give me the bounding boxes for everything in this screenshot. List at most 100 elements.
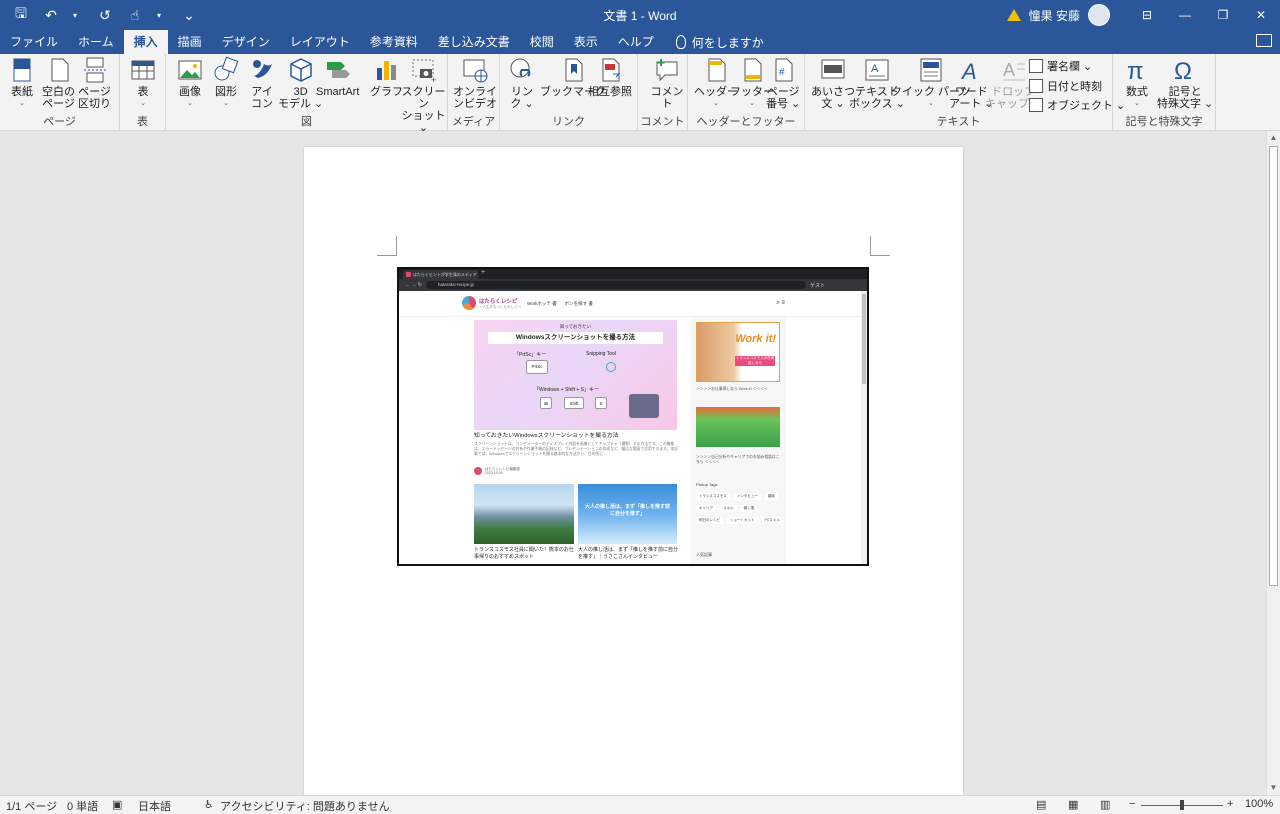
close-button[interactable]: ✕: [1242, 0, 1280, 30]
page-number-icon: #: [775, 58, 793, 82]
site-scrollbar: [861, 291, 867, 564]
scroll-down-icon[interactable]: ▼: [1267, 781, 1280, 795]
group-text: あいさつ 文 ⌄ A テキスト ボックス ⌄ クイック パーツ ⌄ A ワード …: [805, 54, 1125, 131]
picture-button[interactable]: 画像 ⌄: [176, 56, 204, 110]
wordart-icon: A: [960, 59, 977, 84]
tab-view[interactable]: 表示: [564, 30, 608, 54]
undo-icon[interactable]: ↶: [38, 4, 64, 26]
tab-references[interactable]: 参考資料: [360, 30, 428, 54]
inserted-screenshot-image[interactable]: はたらくヒントが学生発のメディア + ← → ↻ hataraku-recipe…: [397, 267, 869, 566]
tell-me-label: 何をしますか: [691, 35, 764, 50]
cross-reference-button[interactable]: 相互参照: [588, 56, 632, 98]
ribbon-tabs: ファイル ホーム 挿入 描画 デザイン レイアウト 参考資料 差し込み文書 校閲…: [0, 30, 1280, 54]
header-icon: [708, 58, 726, 82]
group-label-pages: ページ: [43, 116, 76, 128]
tab-layout[interactable]: レイアウト: [280, 30, 360, 54]
online-video-button[interactable]: オンライ ンビデオ: [453, 56, 497, 110]
browser-tab: はたらくヒントが学生発のメディア: [403, 270, 478, 279]
word-count[interactable]: 0 単語: [67, 798, 98, 814]
tab-help[interactable]: ヘルプ: [608, 30, 664, 54]
object-button[interactable]: オブジェクト ⌄: [1029, 97, 1125, 113]
tab-review[interactable]: 校閲: [520, 30, 564, 54]
redo-icon[interactable]: ↺: [92, 4, 118, 26]
shapes-button[interactable]: 図形 ⌄: [212, 56, 240, 110]
card-image-sky: 大人の推し活は、まず「推しを推す前に自分を推す」: [578, 484, 677, 544]
group-header-footer: ヘッダー ⌄ フッター ⌄ # ページ 番号 ⌄ ヘッダーとフッター: [688, 54, 805, 131]
article-title: 知っておきたいWindowsスクリーンショットを撮る方法: [474, 433, 619, 439]
page-break-button[interactable]: ページ 区切り: [78, 56, 111, 110]
cube-icon: [289, 58, 312, 82]
zoom-out-button[interactable]: −: [1129, 798, 1135, 810]
zoom-level[interactable]: 100%: [1245, 798, 1273, 810]
cover-page-button[interactable]: 表紙 ⌄: [8, 56, 36, 110]
signature-line-button[interactable]: 署名欄 ⌄: [1029, 58, 1092, 74]
minimize-button[interactable]: —: [1166, 0, 1204, 30]
ribbon-insert: 表紙 ⌄ 空白の ページ ページ 区切り ページ 表 ⌄ 表 画像 ⌄ 図形 ⌄…: [0, 54, 1280, 134]
group-table: 表 ⌄ 表: [120, 54, 166, 131]
ribbon-display-options-icon[interactable]: ⊟: [1128, 0, 1166, 30]
browser-nav-icons: ← → ↻: [405, 282, 422, 288]
language[interactable]: 日本語: [138, 798, 171, 814]
comments-pane-icon[interactable]: [1256, 34, 1272, 47]
user-area: 憧果 安藤: [1006, 4, 1110, 26]
career-banner: [696, 407, 780, 447]
accessibility-status[interactable]: アクセシビリティ: 問題ありません: [220, 798, 390, 814]
tab-draw[interactable]: 描画: [168, 30, 212, 54]
symbol-button[interactable]: Ω 記号と 特殊文字 ⌄: [1157, 56, 1213, 110]
accessibility-icon[interactable]: ♿: [204, 798, 214, 811]
cross-reference-icon: [602, 58, 621, 82]
table-button[interactable]: 表 ⌄: [129, 56, 157, 110]
site-header: はたらくレシピ 〜人生をもっとたのしく〜 Workホッテ 書 ボンを探す 書 ⌕…: [399, 291, 867, 317]
group-label-symbols: 記号と特殊文字: [1125, 116, 1203, 128]
new-tab-icon: +: [481, 269, 486, 276]
page-number-button[interactable]: # ページ 番号 ⌄: [766, 56, 800, 110]
link-icon: [510, 58, 531, 78]
user-name[interactable]: 憧果 安藤: [1029, 7, 1080, 24]
blank-page-button[interactable]: 空白の ページ: [42, 56, 75, 110]
touch-mode-icon[interactable]: ☝: [122, 4, 148, 26]
chart-button[interactable]: グラフ: [370, 56, 403, 98]
footer-icon: [744, 58, 762, 82]
equation-button[interactable]: π 数式 ⌄: [1123, 56, 1151, 110]
restore-button[interactable]: ❐: [1204, 0, 1242, 30]
scissors-icon: [606, 362, 616, 372]
page-count[interactable]: 1/1 ページ: [6, 798, 57, 814]
warning-icon[interactable]: [1006, 9, 1021, 21]
undo-dropdown-icon[interactable]: ▾: [62, 4, 88, 26]
zoom-slider-thumb[interactable]: [1180, 800, 1184, 810]
read-mode-icon[interactable]: ▤: [1036, 798, 1046, 811]
keyboard-illustration: [629, 394, 659, 418]
link-button[interactable]: リン ク ⌄: [508, 56, 536, 110]
greeting-icon: [821, 59, 845, 79]
tell-me-box[interactable]: 何をしますか: [664, 34, 764, 51]
group-label-text: テキスト: [936, 116, 981, 128]
proofing-icon[interactable]: ▣: [112, 798, 122, 811]
document-page[interactable]: はたらくヒントが学生発のメディア + ← → ↻ hataraku-recipe…: [304, 147, 963, 807]
chart-icon: [376, 61, 396, 80]
tab-design[interactable]: デザイン: [212, 30, 280, 54]
group-label-header-footer: ヘッダーとフッター: [696, 116, 796, 128]
tab-insert[interactable]: 挿入: [123, 30, 168, 54]
customize-qat-icon[interactable]: ⌄: [176, 4, 202, 26]
web-layout-icon[interactable]: ▥: [1100, 798, 1110, 811]
smartart-button[interactable]: SmartArt: [316, 56, 359, 98]
tab-home[interactable]: ホーム: [68, 30, 124, 54]
quick-access-toolbar: 🖫 ↶ ▾ ↺ ☝ ▾ ⌄: [8, 4, 202, 26]
touch-dropdown-icon[interactable]: ▾: [146, 4, 172, 26]
svg-text:Ω: Ω: [1174, 58, 1192, 84]
date-time-button[interactable]: 日付と時刻: [1029, 78, 1102, 94]
author-avatar: [474, 467, 482, 475]
save-icon[interactable]: 🖫: [8, 4, 34, 26]
avatar[interactable]: [1088, 4, 1110, 26]
svg-text:π: π: [1127, 58, 1144, 84]
scroll-thumb[interactable]: [1269, 146, 1278, 586]
tab-file[interactable]: ファイル: [0, 30, 68, 54]
hero-image: 知っておきたい Windowsスクリーンショットを撮る方法 「PrtSc」キー …: [474, 320, 677, 430]
vertical-scrollbar[interactable]: ▲ ▼: [1266, 131, 1280, 795]
zoom-in-button[interactable]: +: [1227, 798, 1233, 810]
new-comment-button[interactable]: コメント: [647, 56, 687, 110]
print-layout-icon[interactable]: ▦: [1068, 798, 1078, 811]
tab-mailings[interactable]: 差し込み文書: [428, 30, 520, 54]
scroll-up-icon[interactable]: ▲: [1267, 131, 1280, 145]
icons-button[interactable]: アイ コン: [248, 56, 276, 110]
